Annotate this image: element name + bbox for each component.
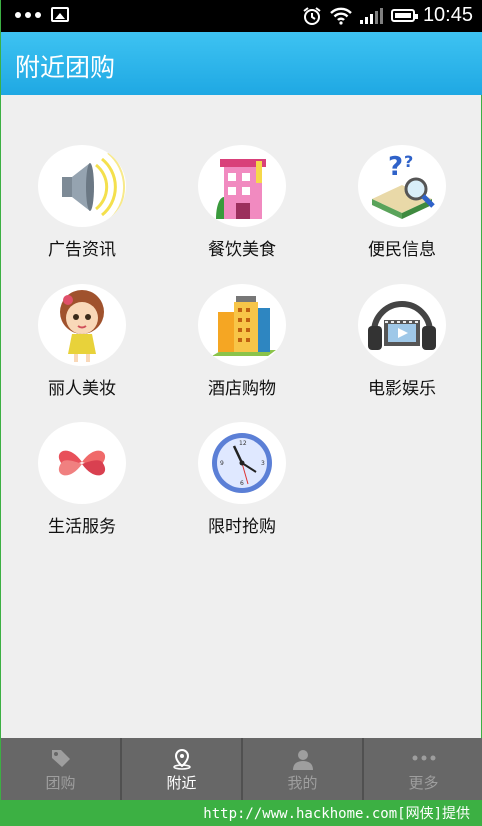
svg-text:?: ?: [404, 152, 413, 171]
wifi-icon: [330, 7, 352, 25]
category-food[interactable]: 餐饮美食: [162, 145, 322, 275]
watermark-bar: http://www.hackhome.com[网侠]提供: [0, 800, 482, 826]
category-label: 生活服务: [48, 517, 116, 537]
status-time: 10:45: [422, 4, 473, 26]
signal-icon: [359, 7, 383, 24]
tab-label: 更多: [408, 774, 439, 792]
speaker-icon: [38, 145, 126, 227]
svg-text:12: 12: [239, 440, 247, 447]
category-label: 广告资讯: [48, 240, 116, 260]
more-dots-icon: [15, 11, 41, 18]
restaurant-building-icon: [198, 145, 286, 227]
user-icon: [292, 750, 313, 770]
tag-icon: [51, 750, 70, 767]
image-icon: [51, 7, 69, 22]
more-dots-icon: [412, 755, 435, 761]
svg-text:6: 6: [240, 480, 244, 487]
clock-icon: 12 3 6 9: [198, 422, 286, 504]
category-movies[interactable]: 电影娱乐: [322, 284, 482, 414]
tab-mine[interactable]: 我的: [243, 738, 364, 800]
status-bar: 10:45: [1, 0, 482, 32]
svg-text:?: ?: [388, 152, 403, 182]
tab-label: 我的: [287, 774, 318, 792]
category-label: 便民信息: [368, 240, 436, 260]
tab-label: 团购: [45, 774, 76, 792]
tab-more[interactable]: 更多: [364, 738, 482, 800]
category-label: 电影娱乐: [368, 379, 436, 399]
category-hotel[interactable]: 酒店购物: [162, 284, 322, 414]
category-ad-info[interactable]: 广告资讯: [2, 145, 162, 275]
bottom-tab-bar: 团购 附近 我的 更多: [1, 738, 482, 800]
book-magnifier-icon: ? ?: [358, 145, 446, 227]
hearts-flower-icon: [38, 422, 126, 504]
hotel-building-icon: [198, 284, 286, 366]
battery-icon: [390, 9, 418, 22]
category-label: 酒店购物: [208, 379, 276, 399]
category-label: 丽人美妆: [48, 379, 116, 399]
girl-doll-icon: [38, 284, 126, 366]
tab-nearby[interactable]: 附近: [122, 738, 243, 800]
app-frame: 10:45 附近团购 广告资讯 餐饮美食 ? ? 便民信息 丽人美妆 酒店购物 …: [0, 0, 482, 800]
page-title: 附近团购: [15, 53, 116, 82]
location-pin-icon: [172, 748, 191, 770]
category-flash-sale[interactable]: 12 3 6 9 限时抢购: [162, 422, 322, 552]
watermark-text: http://www.hackhome.com[网侠]提供: [203, 806, 470, 822]
svg-text:3: 3: [261, 460, 265, 467]
headphones-film-icon: [358, 284, 446, 366]
tab-label: 附近: [166, 774, 197, 792]
category-convenience[interactable]: ? ? 便民信息: [322, 145, 482, 275]
category-beauty[interactable]: 丽人美妆: [2, 284, 162, 414]
category-life-services[interactable]: 生活服务: [2, 422, 162, 552]
category-label: 限时抢购: [208, 517, 276, 537]
tab-group-buy[interactable]: 团购: [1, 738, 122, 800]
svg-text:9: 9: [220, 460, 224, 467]
alarm-icon: [303, 6, 321, 25]
app-header: 附近团购: [1, 32, 482, 95]
category-label: 餐饮美食: [208, 240, 276, 260]
